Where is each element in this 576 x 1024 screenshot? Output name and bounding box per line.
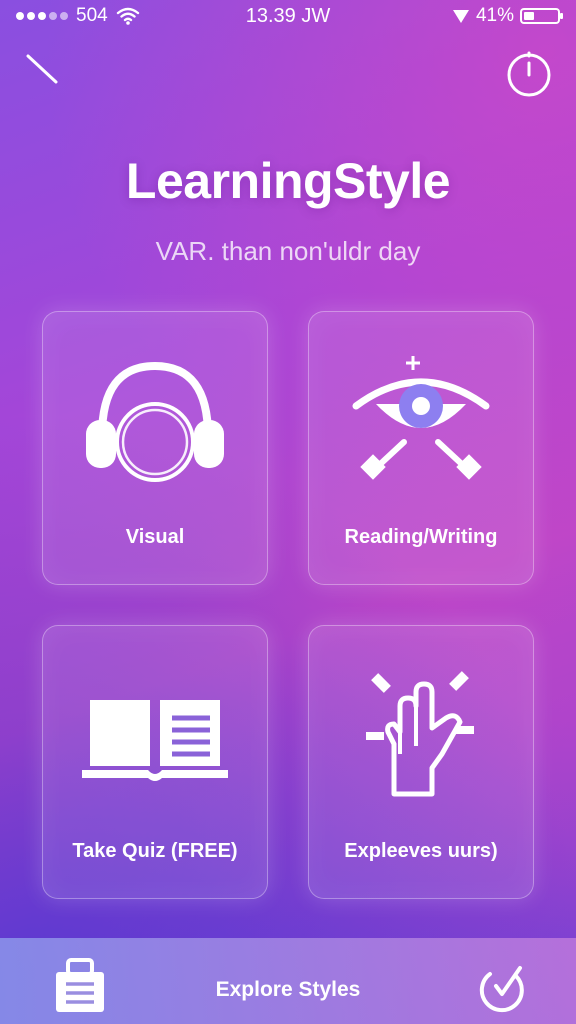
battery-fill — [524, 12, 535, 20]
refresh-check-icon[interactable] — [476, 962, 528, 1014]
bottom-nav: Explore Styles — [0, 938, 576, 1024]
battery-icon — [520, 8, 563, 24]
app-title: LearningStyle — [125, 153, 451, 209]
hand-icon — [366, 671, 474, 797]
card-visual[interactable]: Visual — [42, 311, 268, 585]
card-label: Take Quiz (FREE) — [72, 840, 238, 862]
location-arrow-icon — [452, 10, 469, 23]
status-bar: 504 13.39 JW 41% — [0, 0, 576, 34]
timer-icon[interactable] — [504, 50, 554, 100]
card-take-quiz[interactable]: Take Quiz (FREE) — [42, 625, 268, 899]
eye-icon — [352, 356, 490, 480]
open-book-icon — [82, 700, 228, 781]
card-label: Expleeves uurs) — [344, 840, 498, 862]
app-subtitle: VAR. than non'uldr day — [155, 236, 421, 266]
headphones-icon — [86, 361, 224, 482]
battery-percent: 41% — [475, 5, 514, 26]
card-label: Reading/Writing — [344, 526, 498, 548]
card-label: Visual — [125, 526, 185, 548]
card-kinesthetic[interactable]: Expleeves uurs) — [308, 625, 534, 899]
menu-icon[interactable] — [22, 50, 62, 90]
card-reading-writing[interactable]: Reading/Writing — [308, 311, 534, 585]
status-right: 41% — [452, 5, 563, 27]
